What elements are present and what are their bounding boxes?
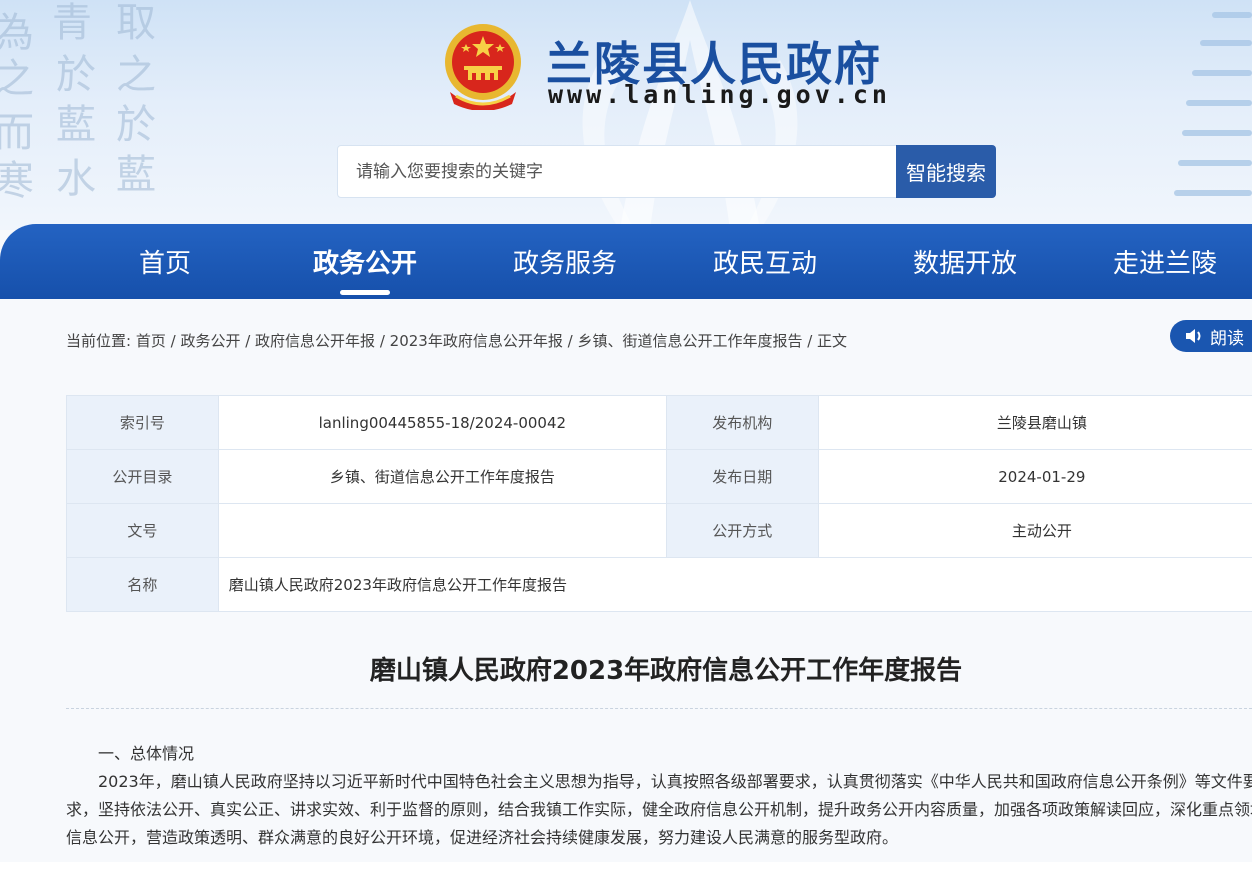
calligraphy-char: 藍 — [56, 102, 96, 148]
meta-key-publish-date: 发布日期 — [665, 449, 819, 504]
document-body: 一、总体情况 2023年，磨山镇人民政府坚持以习近平新时代中国特色社会主义思想为… — [66, 740, 1252, 852]
nav-item-home[interactable]: 首页 — [75, 224, 255, 299]
search-box — [337, 145, 897, 198]
breadcrumb-separator: / — [165, 332, 181, 350]
browser-bottom-edge — [0, 862, 1252, 875]
meta-value-index-number: lanling00445855-18/2024-00042 — [217, 395, 667, 450]
meta-key-name: 名称 — [66, 557, 219, 612]
calligraphy-char: 水 — [56, 156, 96, 202]
body-paragraph-line: 信息公开，营造政策透明、群众满意的良好公开环境，促进经济社会持续健康发展，努力建… — [66, 828, 899, 847]
main-nav: 首页 政务公开 政务服务 政民互动 数据开放 走进兰陵 — [0, 224, 1252, 299]
meta-value-disclosure-method: 主动公开 — [817, 503, 1252, 558]
speaker-icon — [1186, 329, 1201, 343]
meta-value-catalog: 乡镇、街道信息公开工作年度报告 — [217, 449, 667, 504]
smart-search-button[interactable]: 智能搜索 — [896, 145, 996, 198]
meta-value-publisher: 兰陵县磨山镇 — [817, 395, 1252, 450]
nav-item-about-lanling[interactable]: 走进兰陵 — [1075, 224, 1252, 299]
national-emblem-icon — [445, 24, 521, 110]
decorative-tower-graphic — [1172, 0, 1252, 230]
site-header: 青 取 為 於 之 之 藍 於 而 藍 寒 水 兰陵县人民政府 www.lanl… — [0, 0, 1252, 230]
table-row: 名称 磨山镇人民政府2023年政府信息公开工作年度报告 — [66, 557, 1252, 612]
meta-value-publish-date: 2024-01-29 — [817, 449, 1252, 504]
table-row: 文号 公开方式 主动公开 — [66, 503, 1252, 558]
site-url: www.lanling.gov.cn — [548, 80, 891, 109]
calligraphy-char: 取 — [116, 0, 156, 46]
body-paragraph-line: 求，坚持依法公开、真实公正、讲求实效、利于监督的原则，结合我镇工作实际，健全政府… — [66, 800, 1252, 819]
breadcrumb-link-government-affairs[interactable]: 政务公开 — [180, 332, 240, 350]
breadcrumb-separator: / — [802, 332, 818, 350]
meta-key-disclosure-method: 公开方式 — [665, 503, 819, 558]
calligraphy-char: 之 — [0, 56, 34, 102]
calligraphy-background: 青 取 為 於 之 之 藍 於 而 藍 寒 水 — [0, 0, 190, 230]
meta-value-name: 磨山镇人民政府2023年政府信息公开工作年度报告 — [217, 557, 1252, 612]
calligraphy-char: 青 — [52, 0, 92, 46]
meta-key-index-number: 索引号 — [66, 395, 219, 450]
breadcrumb-current: 正文 — [817, 332, 848, 350]
breadcrumb-link-annual-report[interactable]: 政府信息公开年报 — [255, 332, 375, 350]
meta-value-document-number — [217, 503, 667, 558]
title-divider — [66, 708, 1252, 709]
nav-active-indicator — [340, 290, 390, 295]
nav-item-interaction[interactable]: 政民互动 — [675, 224, 855, 299]
breadcrumb: 当前位置: 首页 / 政务公开 / 政府信息公开年报 / 2023年政府信息公开… — [66, 330, 847, 351]
document-metadata-table: 索引号 lanling00445855-18/2024-00042 发布机构 兰… — [66, 395, 1252, 612]
table-row: 公开目录 乡镇、街道信息公开工作年度报告 发布日期 2024-01-29 — [66, 449, 1252, 504]
breadcrumb-separator: / — [562, 332, 578, 350]
nav-item-open-data[interactable]: 数据开放 — [875, 224, 1055, 299]
nav-item-government-services[interactable]: 政务服务 — [475, 224, 655, 299]
breadcrumb-link-home[interactable]: 首页 — [136, 332, 166, 350]
breadcrumb-prefix: 当前位置: — [66, 332, 136, 350]
calligraphy-char: 寒 — [0, 158, 34, 204]
document-title: 磨山镇人民政府2023年政府信息公开工作年度报告 — [369, 656, 963, 686]
meta-key-catalog: 公开目录 — [66, 449, 219, 504]
breadcrumb-separator: / — [240, 332, 256, 350]
meta-key-document-number: 文号 — [66, 503, 219, 558]
calligraphy-char: 藍 — [116, 152, 156, 198]
breadcrumb-link-2023-report[interactable]: 2023年政府信息公开年报 — [390, 332, 563, 350]
read-aloud-label: 朗读 — [1210, 328, 1244, 349]
search-input[interactable] — [338, 146, 876, 197]
section-heading: 一、总体情况 — [66, 744, 195, 763]
read-aloud-button[interactable]: 朗读 — [1170, 320, 1252, 352]
body-paragraph-line: 2023年，磨山镇人民政府坚持以习近平新时代中国特色社会主义思想为指导，认真按照… — [66, 772, 1252, 791]
nav-item-government-affairs[interactable]: 政务公开 — [275, 224, 455, 299]
table-row: 索引号 lanling00445855-18/2024-00042 发布机构 兰… — [66, 395, 1252, 450]
breadcrumb-separator: / — [375, 332, 390, 350]
meta-key-publisher: 发布机构 — [665, 395, 819, 450]
breadcrumb-link-township-report[interactable]: 乡镇、街道信息公开工作年度报告 — [577, 332, 802, 350]
